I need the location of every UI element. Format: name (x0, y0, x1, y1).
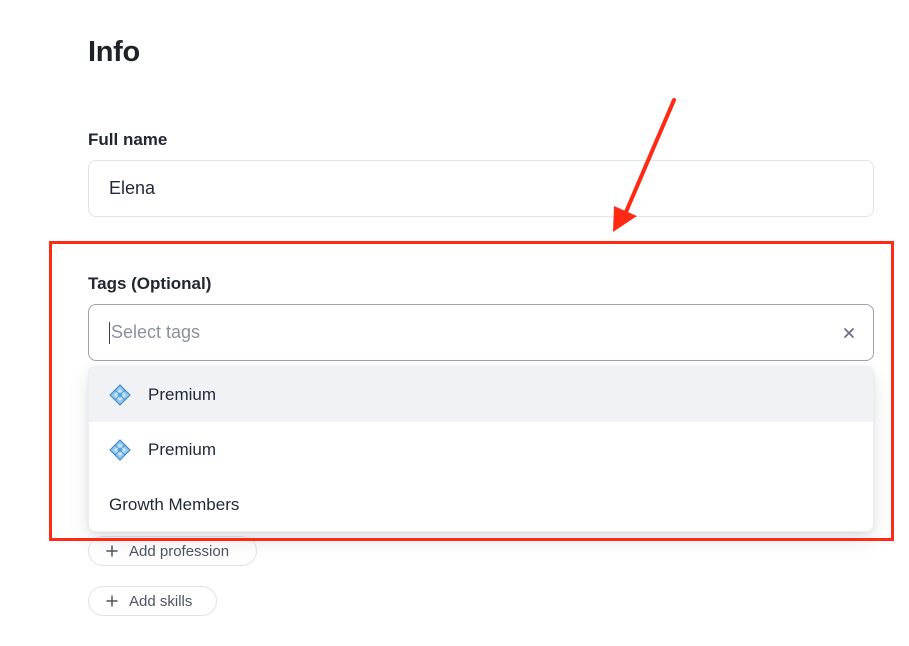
full-name-input[interactable]: Elena (88, 160, 874, 217)
text-caret (109, 321, 110, 344)
tag-option-label: Premium (148, 384, 217, 404)
diamond-icon (109, 383, 131, 406)
add-skills-label: Add skills (129, 592, 193, 610)
add-skills-button[interactable]: Add skills (88, 586, 217, 616)
add-profession-label: Add profession (129, 542, 230, 560)
plus-icon (105, 594, 119, 608)
close-icon[interactable] (841, 325, 857, 341)
page-title: Info (88, 36, 140, 68)
full-name-label: Full name (88, 130, 168, 149)
tags-placeholder: Select tags (111, 322, 201, 342)
plus-icon (105, 544, 119, 558)
tag-option-premium[interactable]: Premium (89, 422, 873, 477)
full-name-value: Elena (109, 178, 156, 198)
tag-option-label: Premium (148, 439, 217, 459)
profile-info-page: Info Full name Elena Tags (Optional) Sel… (0, 0, 909, 646)
tags-dropdown-menu: Premium Premium Growth Members (88, 366, 874, 532)
diamond-icon (109, 438, 131, 461)
tags-select-input[interactable]: Select tags (88, 304, 874, 361)
tag-option-growth-members[interactable]: Growth Members (89, 477, 873, 531)
add-profession-button[interactable]: Add profession (88, 536, 257, 566)
tags-label: Tags (Optional) (88, 274, 212, 293)
tag-option-label: Growth Members (109, 494, 240, 514)
tag-option-premium[interactable]: Premium (89, 367, 873, 422)
